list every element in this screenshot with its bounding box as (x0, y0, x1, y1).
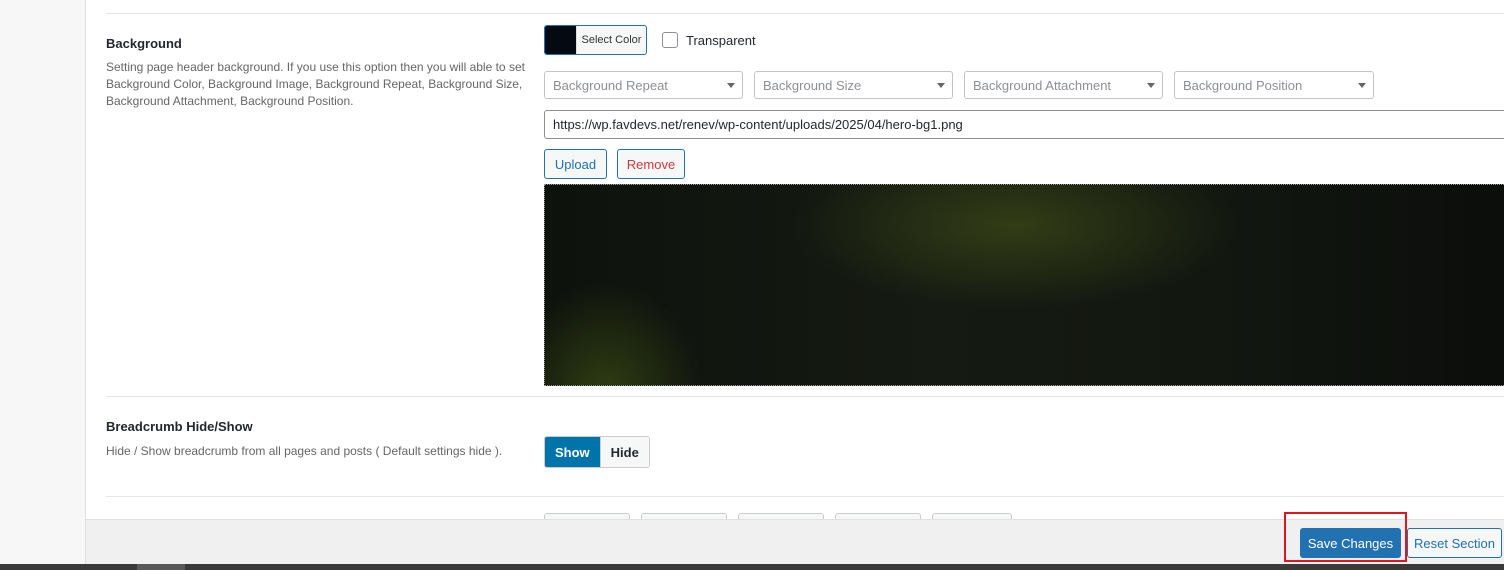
select-placeholder: Background Position (1183, 77, 1303, 93)
background-attachment-select[interactable]: Background Attachment (964, 71, 1163, 99)
divider (106, 13, 1504, 14)
select-color-label: Select Color (576, 26, 646, 54)
background-field-title: Background (106, 36, 182, 51)
background-size-select[interactable]: Background Size (754, 71, 953, 99)
background-repeat-select[interactable]: Background Repeat (544, 71, 743, 99)
divider (106, 396, 1504, 397)
background-image-preview (544, 184, 1504, 386)
chevron-down-icon (1358, 83, 1366, 88)
hide-option[interactable]: Hide (599, 437, 649, 467)
select-placeholder: Background Attachment (973, 77, 1112, 93)
show-option[interactable]: Show (545, 437, 600, 467)
chevron-down-icon (937, 83, 945, 88)
taskbar (0, 564, 1504, 570)
color-swatch (545, 26, 576, 54)
transparent-option[interactable]: Transparent (662, 32, 756, 48)
select-placeholder: Background Repeat (553, 77, 668, 93)
options-panel: Background Setting page header backgroun… (86, 0, 1504, 519)
breadcrumb-field-title: Breadcrumb Hide/Show (106, 419, 253, 434)
transparent-checkbox[interactable] (662, 32, 678, 48)
breadcrumb-toggle[interactable]: Show Hide (544, 436, 650, 468)
remove-button[interactable]: Remove (617, 149, 685, 179)
background-image-url-input[interactable]: https://wp.favdevs.net/renev/wp-content/… (544, 110, 1504, 139)
chevron-down-icon (1147, 83, 1155, 88)
taskbar-item[interactable] (137, 564, 185, 570)
chevron-down-icon (727, 83, 735, 88)
highlight-box (1284, 512, 1407, 562)
background-field-description: Setting page header background. If you u… (106, 60, 525, 108)
breadcrumb-field-description: Hide / Show breadcrumb from all pages an… (106, 444, 503, 458)
select-color-button[interactable]: Select Color (544, 25, 647, 55)
divider (106, 496, 1504, 497)
background-position-select[interactable]: Background Position (1174, 71, 1374, 99)
transparent-label: Transparent (686, 32, 756, 48)
select-placeholder: Background Size (763, 77, 862, 93)
reset-section-button[interactable]: Reset Section (1407, 528, 1502, 558)
upload-button[interactable]: Upload (544, 149, 607, 179)
admin-left-column (0, 0, 86, 564)
